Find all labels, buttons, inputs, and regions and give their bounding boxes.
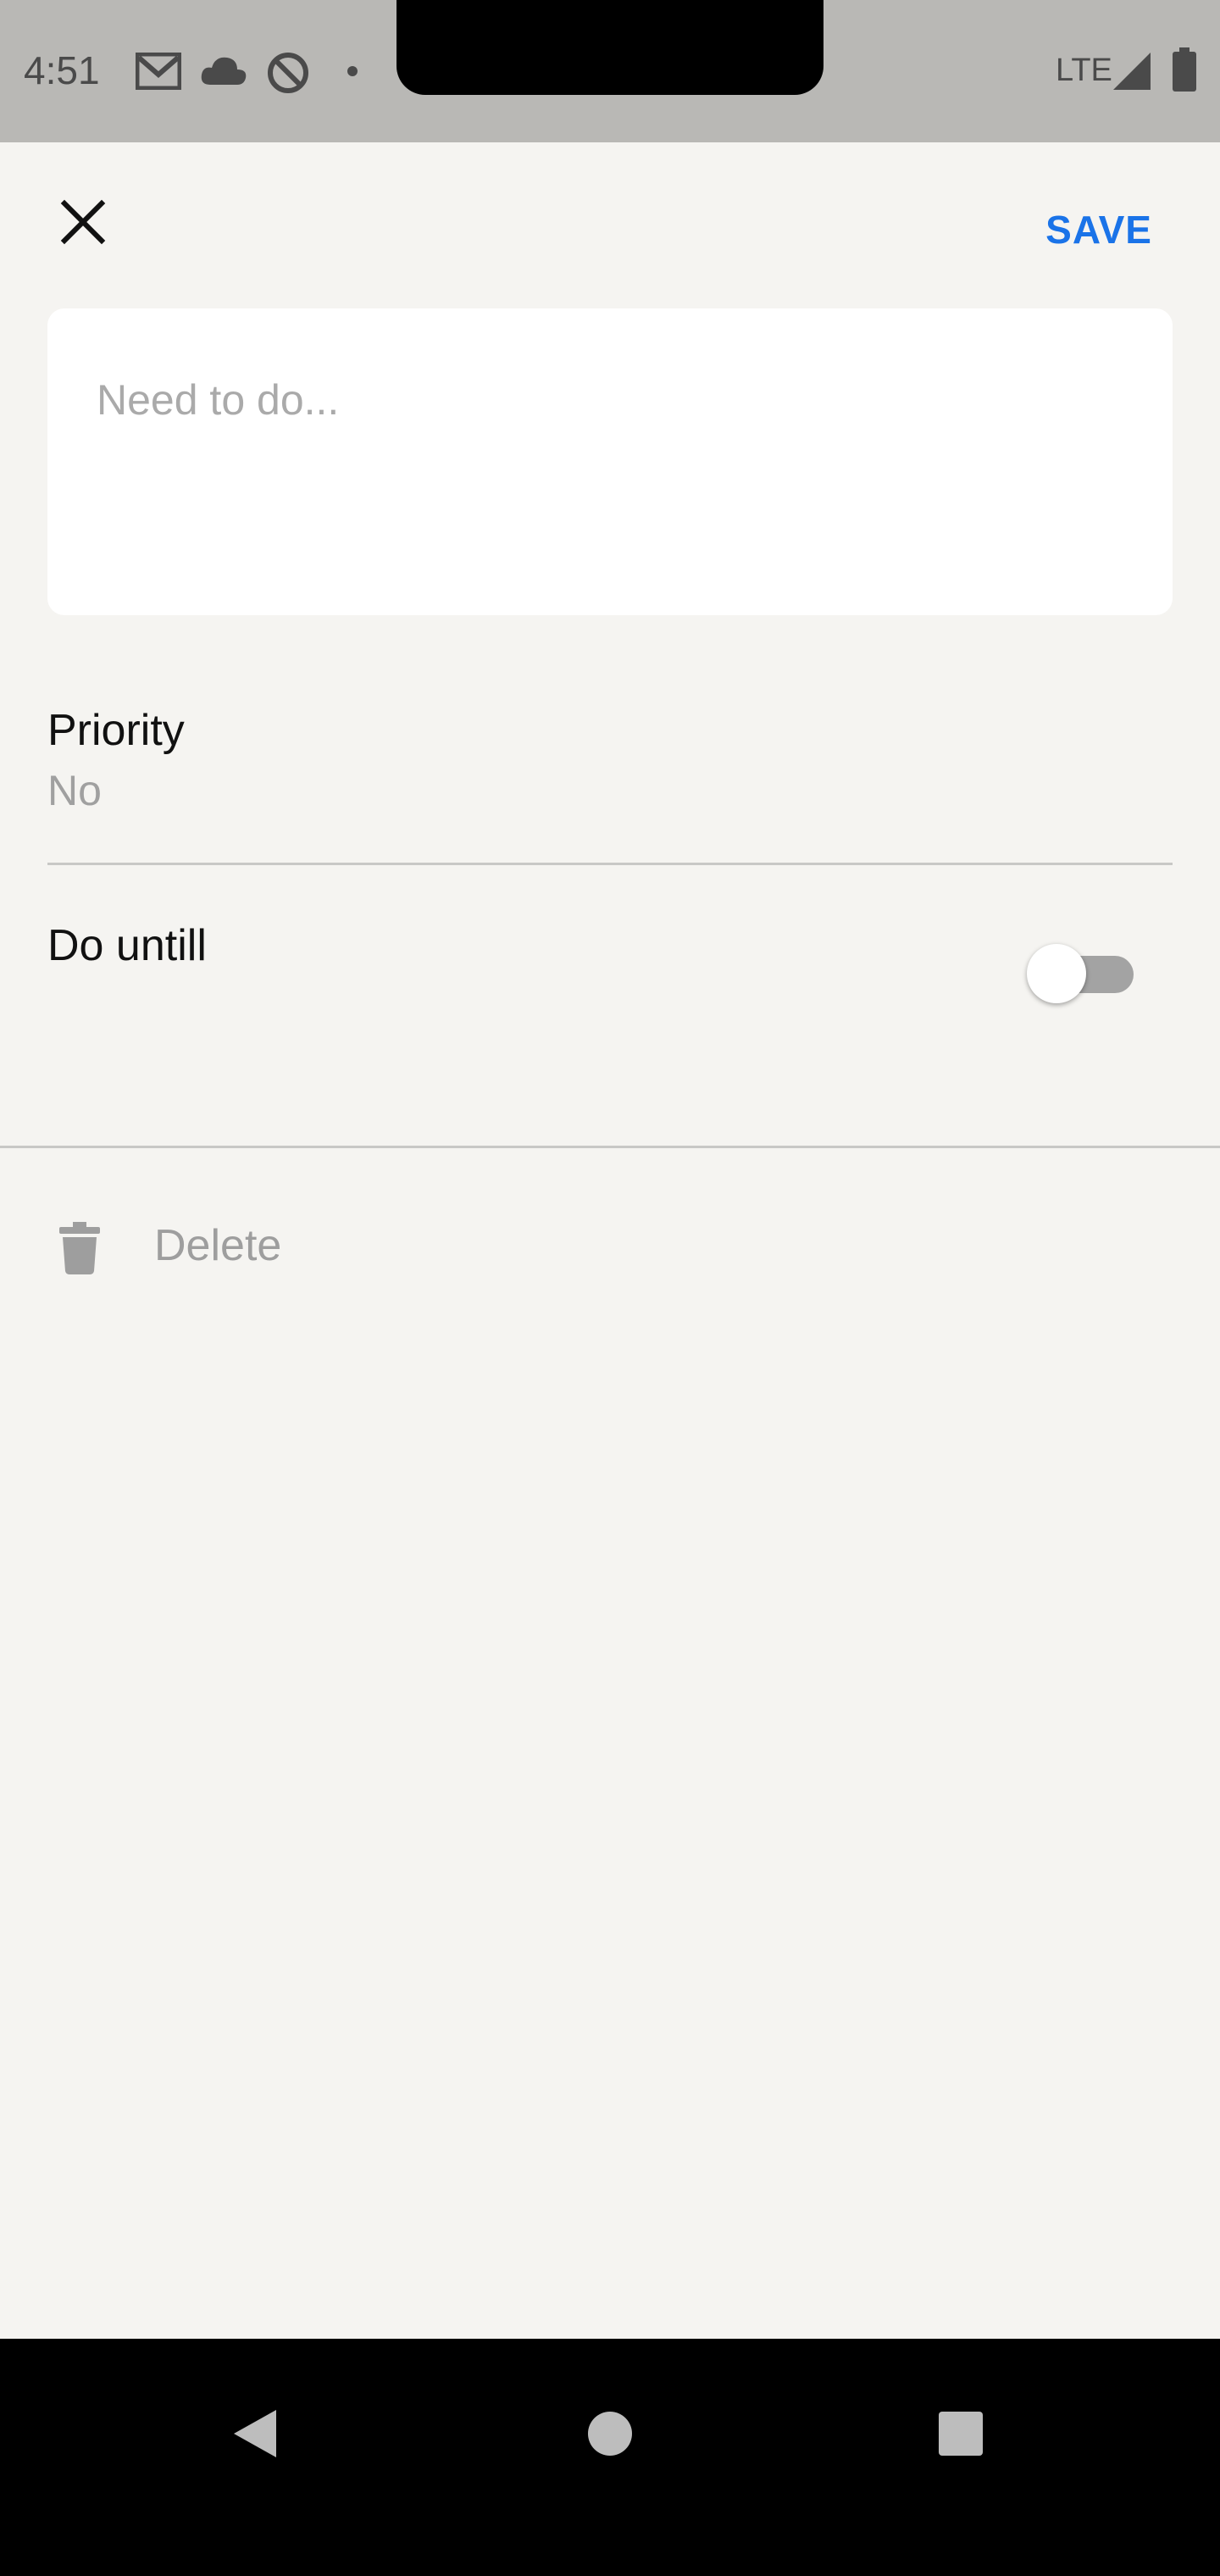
status-time: 4:51 [24,48,100,92]
navigation-bar [0,2339,1220,2576]
divider [47,863,1173,865]
camera-notch [396,0,824,95]
gmail-icon [136,53,181,90]
do-until-label: Do untill [47,921,207,970]
task-card [47,308,1173,615]
recents-icon[interactable] [937,2410,984,2457]
task-input[interactable] [95,375,1115,425]
status-bar: 4:51 LTE [0,0,1220,142]
delete-label: Delete [154,1221,282,1270]
back-icon[interactable] [230,2407,281,2461]
delete-button[interactable]: Delete [47,1203,471,1296]
trash-icon [59,1222,100,1274]
home-icon[interactable] [586,2410,634,2457]
signal-icon [1113,53,1151,90]
save-button[interactable]: SAVE [1045,207,1152,253]
toggle-thumb [1027,944,1086,1003]
do-not-disturb-icon [268,53,308,93]
priority-label: Priority [47,706,185,755]
divider [0,1146,1220,1148]
cloud-icon [201,57,247,85]
priority-value: No [47,767,102,814]
close-icon[interactable] [47,186,119,258]
network-type: LTE [1056,53,1112,88]
do-until-toggle[interactable] [1027,944,1137,1003]
battery-icon [1173,47,1196,92]
dot-icon [347,66,358,76]
